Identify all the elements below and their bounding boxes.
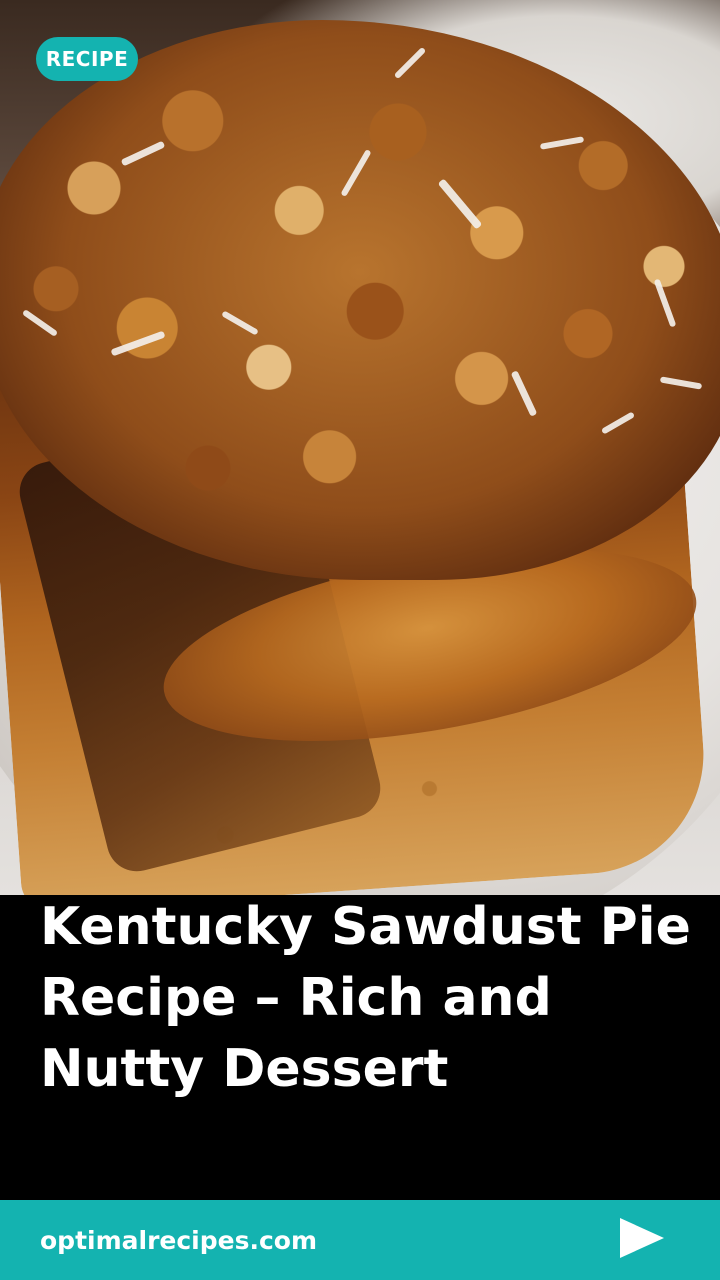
story-page: RECIPE Kentucky Sawdust Pie Recipe – Ric… [0, 0, 720, 1280]
recipe-badge: RECIPE [36, 37, 138, 81]
site-link[interactable]: optimalrecipes.com [40, 1226, 317, 1256]
play-arrow-icon[interactable] [612, 1214, 668, 1262]
hero-image [0, 0, 720, 895]
story-title: Kentucky Sawdust Pie Recipe – Rich and N… [40, 897, 691, 1099]
pecan-topping [0, 20, 720, 580]
